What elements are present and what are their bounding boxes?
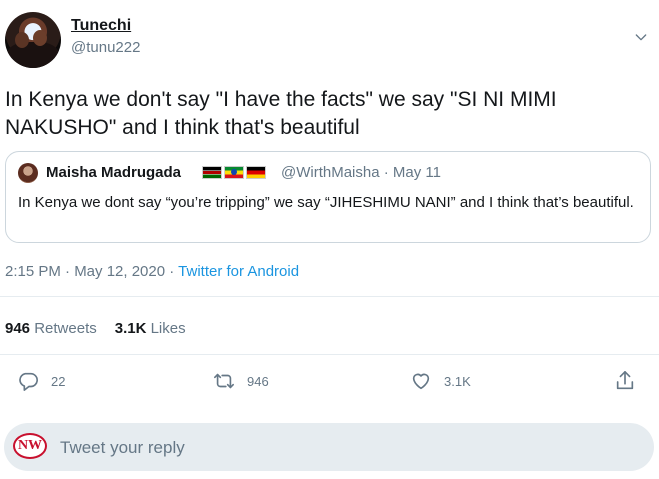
divider [0,296,659,297]
kenya-flag-icon [202,166,222,179]
quoted-author-avatar [18,163,38,183]
germany-flag-icon [246,166,266,179]
reply-button[interactable]: 22 [17,370,65,392]
like-button[interactable]: 3.1K [410,370,471,392]
reply-input[interactable]: Tweet your reply [60,438,185,458]
tweet-text: In Kenya we don't say "I have the facts"… [5,88,557,139]
quoted-tweet[interactable]: Maisha Madrugada @WirthMaisha · May 11 I… [5,151,651,243]
user-avatar-logo: NW [13,433,47,459]
reply-count: 22 [51,373,66,389]
ethiopia-flag-icon [224,166,244,179]
likes-label: Likes [150,320,186,337]
retweet-button[interactable]: 946 [213,370,269,392]
divider [0,354,659,355]
likes-count: 3.1K [114,320,147,337]
tweet-source-link[interactable]: Twitter for Android [178,263,299,280]
chevron-down-icon[interactable] [633,29,649,45]
like-count: 3.1K [444,373,471,389]
heart-icon [412,373,430,390]
retweets-stat[interactable]: 946 Retweets [5,320,97,337]
retweets-label: Retweets [34,320,97,337]
tweet-header: Tunechi @tunu222 [0,0,659,80]
share-icon [616,371,634,390]
retweets-count: 946 [5,320,31,337]
likes-stat[interactable]: 3.1K Likes [115,320,186,337]
quoted-tweet-meta: @WirthMaisha · May 11 [281,164,441,181]
quoted-author-name: Maisha Madrugada [46,164,182,181]
logo-text: NW [17,438,43,453]
quoted-tweet-text: In Kenya we dont say “you’re tripping” w… [18,194,634,211]
author-name[interactable]: Tunechi [71,17,131,35]
flag-emojis [202,166,266,179]
tweet-stats: 946 Retweets 3.1K Likes [5,320,186,337]
share-button[interactable] [614,370,636,392]
retweet-icon [214,373,234,389]
tweet-timestamp: 2:15 PM · May 12, 2020 · Twitter for And… [5,263,299,280]
author-avatar[interactable] [5,12,61,68]
retweet-count: 946 [247,373,269,389]
tweet-actions: 22 946 3.1K [0,370,659,400]
author-handle[interactable]: @tunu222 [71,39,140,56]
reply-composer[interactable]: NW Tweet your reply [4,423,654,471]
timestamp-date[interactable]: 2:15 PM · May 12, 2020 · [5,263,178,280]
reply-icon [19,372,38,391]
